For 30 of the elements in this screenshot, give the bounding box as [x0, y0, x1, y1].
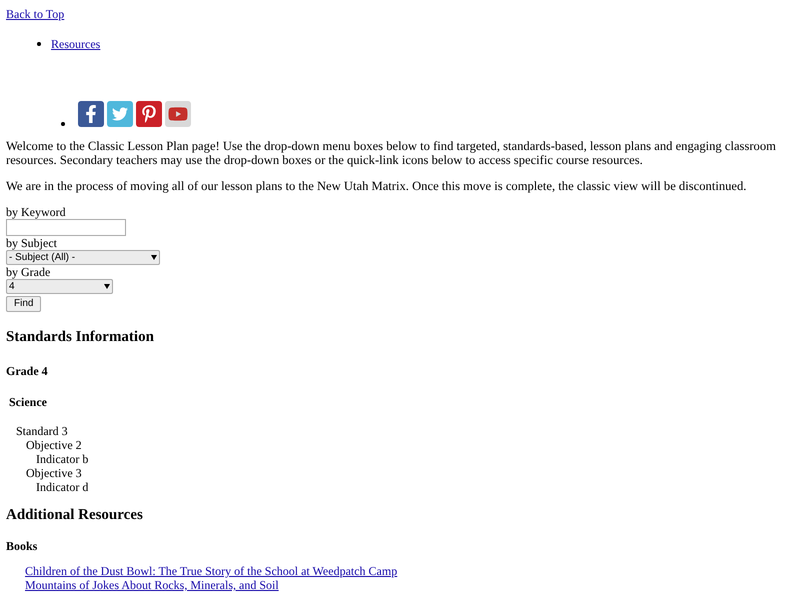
standard-item: Indicator d — [36, 480, 90, 494]
caret-icon — [104, 284, 110, 289]
subject-dropdown[interactable]: - Subject (All) - — [6, 250, 160, 265]
field-label: by Subject — [6, 236, 57, 250]
book-link[interactable]: Children of the Dust Bowl: The True Story of the School at Weedpatch Camp — [25, 564, 398, 578]
find-button[interactable]: Find — [6, 296, 42, 312]
book-link[interactable]: Mountains of Jokes About Rocks, Minerals, and Soil — [25, 578, 279, 592]
books-heading: Books — [6, 538, 38, 555]
standard-item: Objective 3 — [26, 466, 83, 480]
standard-item: Standard 3 — [16, 424, 69, 438]
keyword-field[interactable] — [6, 219, 126, 236]
bullet-icon — [37, 42, 41, 46]
section-heading: Standards Information — [6, 328, 155, 347]
pinterest-icon[interactable] — [136, 101, 162, 127]
video-play-icon[interactable] — [165, 101, 191, 127]
field-label: by Grade — [6, 265, 50, 279]
subject-heading: Science — [8, 394, 48, 410]
facebook-icon[interactable] — [78, 101, 104, 127]
intro-paragraph: Welcome to the Classic Lesson Plan page! Use the drop-down menu boxes below to find targeted, standards-based, lesson plans and engaging classroom resources. Secondary teachers may use the drop-down boxes or the quick-link icons below to access specific course resources. — [6, 139, 777, 167]
grade-heading: Grade 4 — [6, 362, 49, 380]
standard-item: Objective 2 — [26, 438, 83, 452]
grade-dropdown[interactable]: 4 — [6, 279, 113, 294]
nav-link[interactable]: Resources — [51, 35, 100, 53]
intro-paragraph: We are in the process of moving all of our lesson plans to the New Utah Matrix. Once this move is complete, the classic view will be discontinued. — [6, 179, 748, 193]
standard-item: Indicator b — [36, 452, 90, 466]
caret-icon — [151, 255, 157, 260]
section-heading: Additional Resources — [6, 506, 144, 524]
back-to-top-link[interactable]: Back to Top — [6, 7, 64, 21]
field-label: by Keyword — [6, 205, 66, 219]
bullet-icon — [61, 122, 65, 126]
